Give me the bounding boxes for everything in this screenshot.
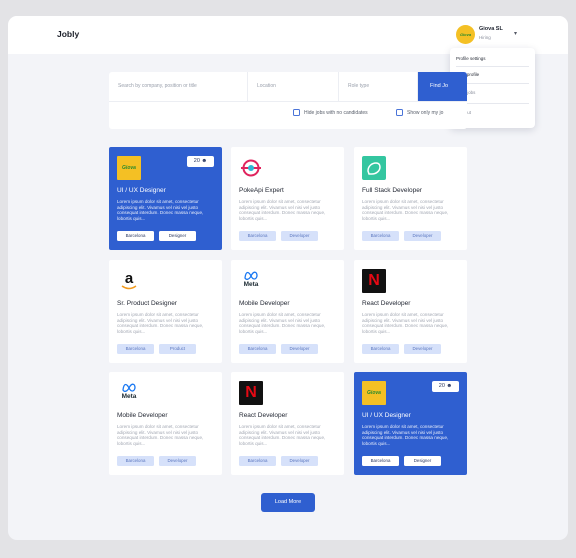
leaf-logo-icon (362, 156, 386, 180)
user-menu[interactable]: Giova Giova SL Hiring ▾ (456, 24, 520, 46)
candidate-count-badge: 20 ☻ (432, 381, 459, 392)
role-tag[interactable]: Designer (404, 456, 441, 466)
job-title: UI / UX Designer (117, 187, 166, 194)
role-tag[interactable]: Developer (281, 231, 318, 241)
logo-text: Giova (122, 165, 136, 171)
job-description: Lorem ipsum dolor sit amet, consectetur … (117, 199, 204, 221)
candidate-count-badge: 20 ☻ (187, 156, 214, 167)
brand-logo[interactable]: Jobly (57, 29, 79, 39)
amazon-logo-icon: a (117, 269, 141, 293)
job-description: Lorem ipsum dolor sit amet, consectetur … (117, 312, 204, 334)
job-card[interactable]: Meta Mobile Developer Lorem ipsum dolor si… (231, 260, 344, 363)
job-card[interactable]: Giova 20 ☻ UI / UX Designer Lorem ipsum dol… (354, 372, 467, 475)
logo-text: N (368, 272, 380, 289)
checkbox-box[interactable] (396, 109, 403, 116)
users-icon: ☻ (444, 383, 453, 389)
job-card[interactable]: N React Developer Lorem ipsum dolor sit am… (231, 372, 344, 475)
pokeapi-logo-icon (239, 156, 263, 180)
checkbox-label: Show only my jo (407, 110, 444, 116)
users-icon: ☻ (199, 158, 208, 164)
find-jobs-button[interactable]: Find Jo (418, 72, 467, 101)
job-card[interactable]: Full Stack Developer Lorem ipsum dolor si… (354, 147, 467, 250)
role-tag[interactable]: Developer (404, 231, 441, 241)
meta-logo-icon: Meta (239, 269, 263, 293)
job-title: React Developer (362, 300, 411, 307)
logo-text: Meta (243, 281, 259, 288)
user-name: Giova SL (479, 26, 503, 32)
role-tag[interactable]: Developer (404, 344, 441, 354)
role-type-select[interactable]: Role type (339, 72, 418, 101)
checkbox-box[interactable] (293, 109, 300, 116)
location-tag[interactable]: Barcelona (362, 456, 399, 466)
load-more-button[interactable]: Load More (261, 493, 315, 512)
avatar: Giova (456, 25, 475, 44)
logo-text: Giova (367, 390, 381, 396)
role-tag[interactable]: Developer (281, 344, 318, 354)
job-title: Mobile Developer (239, 300, 290, 307)
role-tag[interactable]: Developer (281, 456, 318, 466)
location-tag[interactable]: Barcelona (362, 231, 399, 241)
location-input[interactable]: Location (248, 72, 339, 101)
checkbox-label: Hide jobs with no candidates (304, 110, 368, 116)
job-description: Lorem ipsum dolor sit amet, consectetur … (117, 424, 204, 446)
divider (456, 66, 529, 67)
logo-text: Meta (121, 393, 137, 400)
job-card[interactable]: N React Developer Lorem ipsum dolor sit am… (354, 260, 467, 363)
job-title: Mobile Developer (117, 412, 168, 419)
checkbox-hide-no-candidates[interactable]: Hide jobs with no candidates (293, 109, 368, 116)
location-tag[interactable]: Barcelona (239, 456, 276, 466)
checkbox-only-my-jobs[interactable]: Show only my jo (396, 109, 444, 116)
job-title: Sr. Product Designer (117, 300, 177, 307)
company-logo-giova: Giova (117, 156, 141, 180)
logo-text: N (245, 384, 257, 401)
role-tag[interactable]: Developer (159, 456, 196, 466)
netflix-logo-icon: N (362, 269, 386, 293)
meta-logo-icon: Meta (117, 381, 141, 405)
location-tag[interactable]: Barcelona (117, 231, 154, 241)
search-panel: Search by company, position or title Loc… (109, 72, 467, 129)
chevron-down-icon[interactable]: ▾ (514, 30, 517, 37)
location-tag[interactable]: Barcelona (117, 344, 154, 354)
job-description: Lorem ipsum dolor sit amet, consectetur … (239, 424, 326, 446)
divider (109, 101, 467, 102)
menu-item-profile-settings[interactable]: Profile settings (456, 56, 486, 61)
location-tag[interactable]: Barcelona (117, 456, 154, 466)
user-role: Hiring (479, 35, 491, 40)
job-description: Lorem ipsum dolor sit amet, consectetur … (239, 199, 326, 221)
netflix-logo-icon: N (239, 381, 263, 405)
job-description: Lorem ipsum dolor sit amet, consectetur … (362, 199, 449, 221)
search-input[interactable]: Search by company, position or title (109, 72, 248, 101)
job-description: Lorem ipsum dolor sit amet, consectetur … (362, 424, 449, 446)
role-tag[interactable]: Designer (159, 231, 196, 241)
job-description: Lorem ipsum dolor sit amet, consectetur … (362, 312, 449, 334)
job-card[interactable]: Meta Mobile Developer Lorem ipsum dolor si… (109, 372, 222, 475)
app-window: Jobly Giova Giova SL Hiring ▾ Profile se… (8, 16, 568, 540)
job-title: React Developer (239, 412, 288, 419)
job-card[interactable]: PokeApi Expert Lorem ipsum dolor sit amet… (231, 147, 344, 250)
role-tag[interactable]: Product (159, 344, 196, 354)
job-card[interactable]: a Sr. Product Designer Lorem ipsum dolor s… (109, 260, 222, 363)
job-title: Full Stack Developer (362, 187, 422, 194)
job-card[interactable]: Giova 20 ☻ UI / UX Designer Lorem ipsum dol… (109, 147, 222, 250)
location-tag[interactable]: Barcelona (239, 344, 276, 354)
job-title: PokeApi Expert (239, 187, 284, 194)
location-tag[interactable]: Barcelona (239, 231, 276, 241)
company-logo-giova: Giova (362, 381, 386, 405)
location-tag[interactable]: Barcelona (362, 344, 399, 354)
job-description: Lorem ipsum dolor sit amet, consectetur … (239, 312, 326, 334)
job-title: UI / UX Designer (362, 412, 411, 419)
